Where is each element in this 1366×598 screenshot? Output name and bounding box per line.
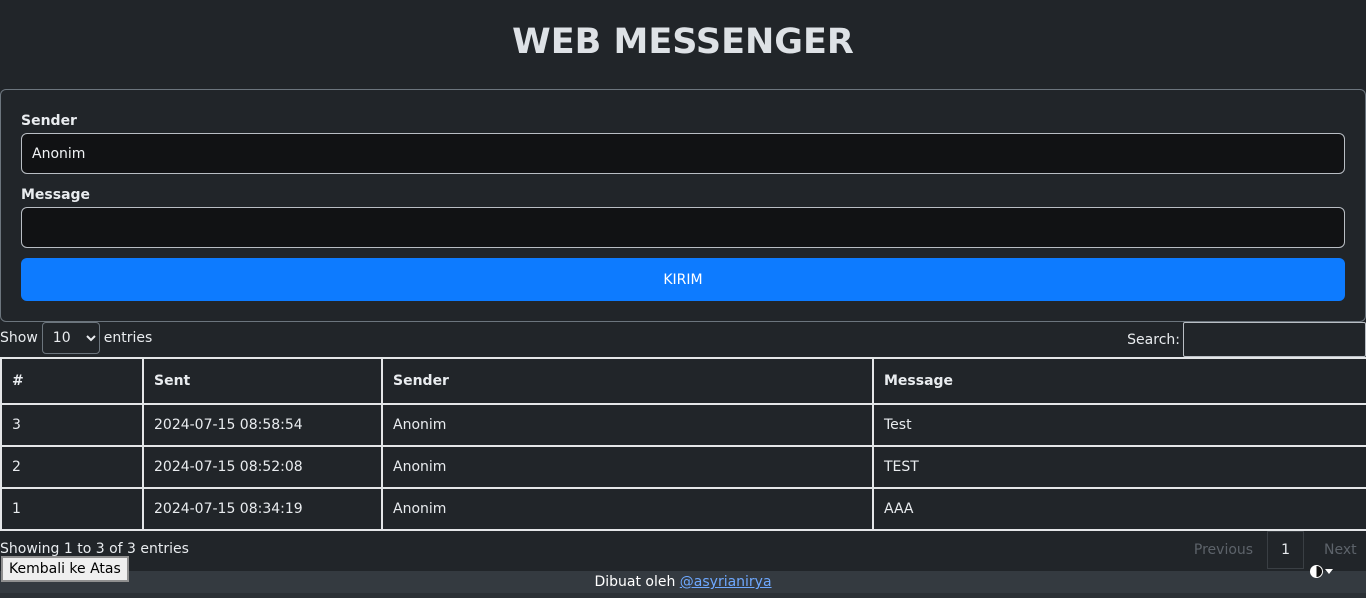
- pagination: Previous 1 Next: [1180, 531, 1366, 569]
- cell-number: 3: [0, 403, 144, 447]
- message-label: Message: [21, 187, 91, 203]
- theme-toggle-button[interactable]: [1310, 563, 1333, 579]
- message-form: Sender Message KIRIM: [0, 89, 1366, 322]
- cell-sent: 2024-07-15 08:34:19: [142, 487, 383, 531]
- half-circle-contrast-icon: [1310, 564, 1323, 578]
- page-title: WEB MESSENGER: [512, 22, 854, 62]
- cell-sender: Anonim: [381, 487, 874, 531]
- column-header-sent[interactable]: Sent: [142, 357, 383, 405]
- footer: Dibuat oleh @asyrianirya: [0, 571, 1366, 593]
- previous-page-button[interactable]: Previous: [1180, 531, 1267, 569]
- table-row: 1 2024-07-15 08:34:19 Anonim AAA: [0, 487, 1366, 531]
- footer-text: Dibuat oleh: [594, 574, 676, 590]
- table-row: 3 2024-07-15 08:58:54 Anonim Test: [0, 403, 1366, 447]
- show-label: Show: [0, 330, 38, 346]
- current-page-button[interactable]: 1: [1267, 531, 1304, 569]
- table-search-control: Search:: [1127, 322, 1366, 357]
- cell-sender: Anonim: [381, 445, 874, 489]
- caret-down-icon: [1325, 568, 1333, 574]
- column-header-sender[interactable]: Sender: [381, 357, 874, 405]
- cell-number: 1: [0, 487, 144, 531]
- column-header-number[interactable]: #: [0, 357, 144, 405]
- search-input[interactable]: [1183, 322, 1366, 357]
- search-label: Search:: [1127, 331, 1180, 348]
- cell-message: AAA: [872, 487, 1366, 531]
- submit-button[interactable]: KIRIM: [21, 258, 1345, 301]
- sender-input[interactable]: [21, 133, 1345, 174]
- cell-message: Test: [872, 403, 1366, 447]
- cell-sent: 2024-07-15 08:58:54: [142, 403, 383, 447]
- cell-sent: 2024-07-15 08:52:08: [142, 445, 383, 489]
- author-link[interactable]: @asyrianirya: [680, 574, 772, 590]
- entries-length-control: Show 10 entries: [0, 322, 152, 354]
- message-input[interactable]: [21, 207, 1345, 248]
- sender-label: Sender: [21, 113, 77, 129]
- table-info: Showing 1 to 3 of 3 entries: [0, 541, 189, 557]
- entries-length-select[interactable]: 10: [41, 322, 100, 354]
- back-to-top-button[interactable]: Kembali ke Atas: [1, 556, 129, 582]
- messages-table: # Sent Sender Message 3 2024-07-15 08:58…: [0, 357, 1366, 531]
- cell-number: 2: [0, 445, 144, 489]
- bottom-bar: [0, 593, 1366, 598]
- entries-label: entries: [103, 330, 153, 346]
- table-header-row: # Sent Sender Message: [0, 357, 1366, 405]
- cell-message: TEST: [872, 445, 1366, 489]
- cell-sender: Anonim: [381, 403, 874, 447]
- table-row: 2 2024-07-15 08:52:08 Anonim TEST: [0, 445, 1366, 489]
- column-header-message[interactable]: Message: [872, 357, 1366, 405]
